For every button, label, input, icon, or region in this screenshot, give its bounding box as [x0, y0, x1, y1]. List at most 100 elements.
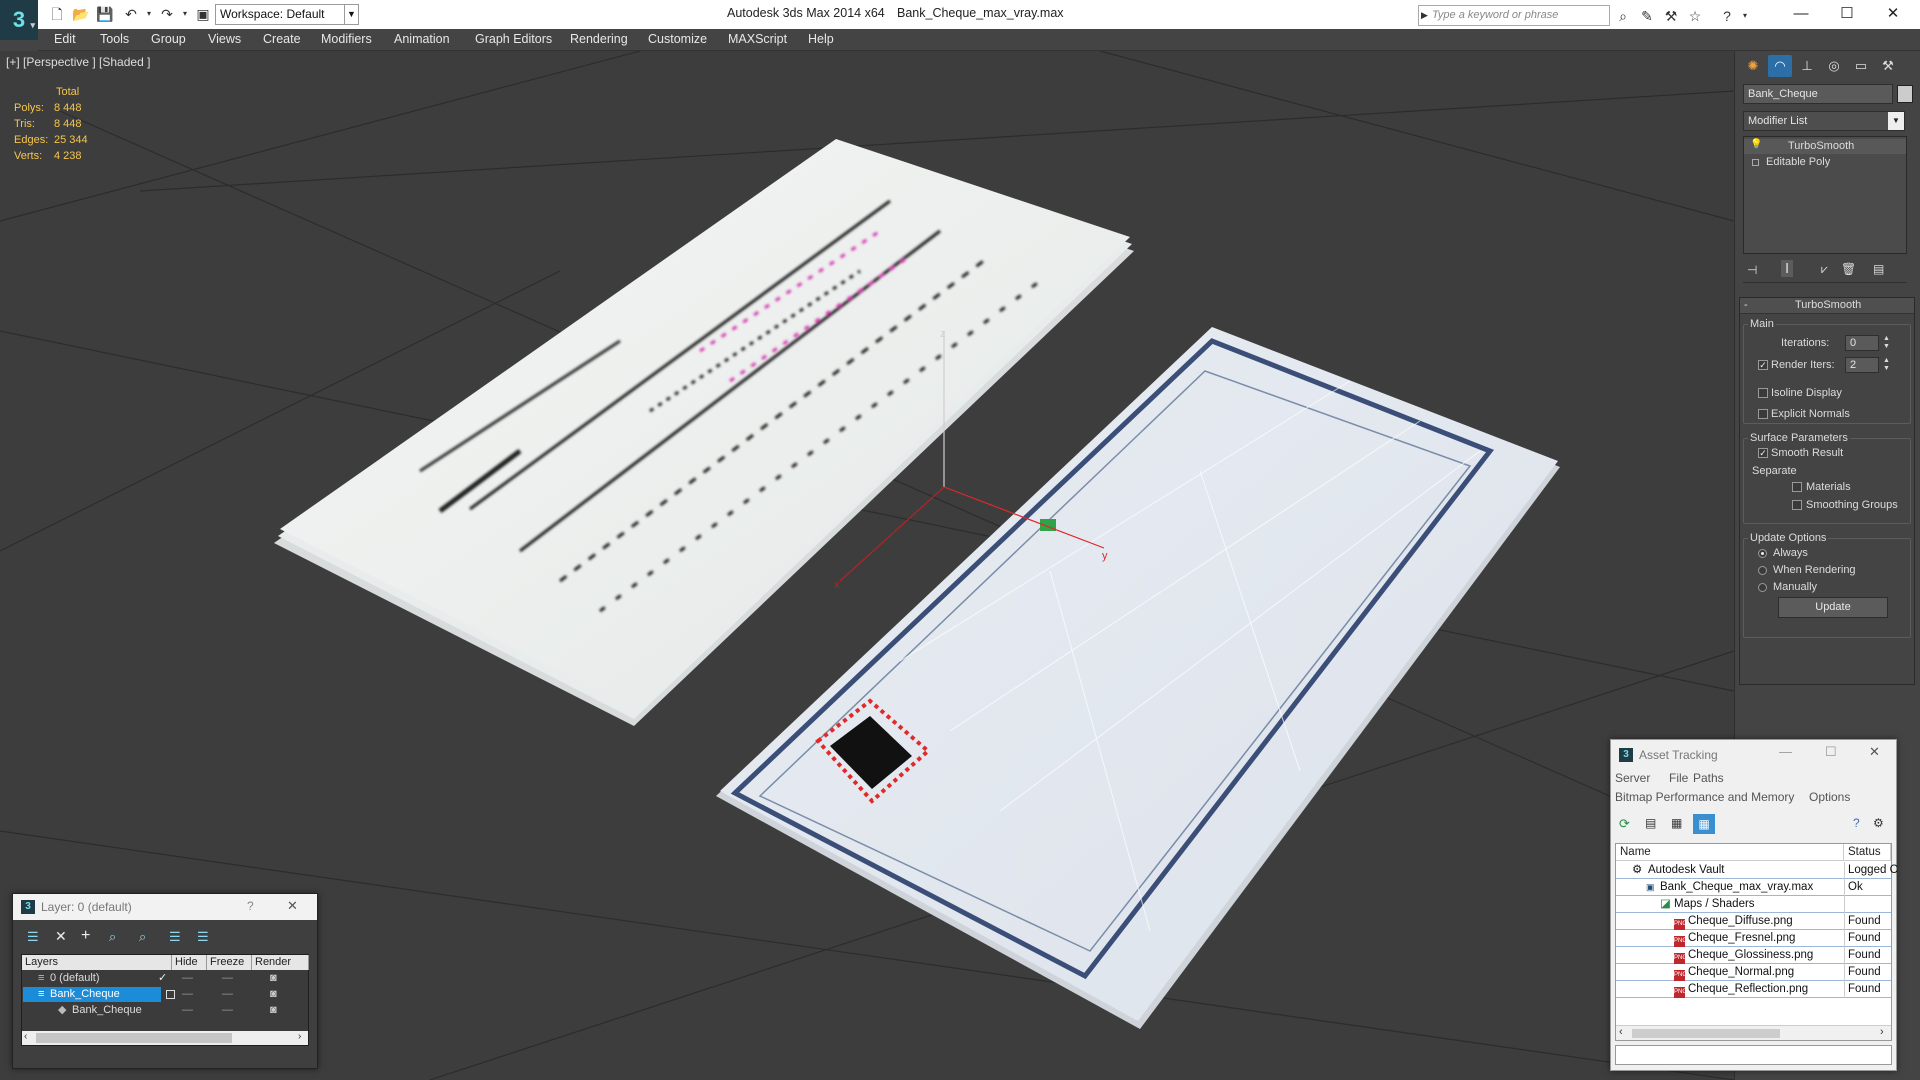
- when-rendering-radio[interactable]: [1758, 566, 1767, 575]
- scroll-left-icon[interactable]: ‹: [24, 1031, 27, 1042]
- project-folder-icon[interactable]: ▣: [194, 5, 212, 23]
- menu-rendering[interactable]: Rendering: [570, 32, 628, 46]
- hide-toggle-icon[interactable]: —: [182, 987, 193, 1002]
- delete-layer-icon[interactable]: ✕: [55, 928, 67, 945]
- highlight-layer-icon[interactable]: ⌕: [139, 929, 146, 945]
- create-tab-icon[interactable]: ✺: [1741, 55, 1765, 77]
- close-button[interactable]: ✕: [1870, 2, 1916, 26]
- remove-modifier-icon[interactable]: 🗑: [1841, 262, 1856, 276]
- spinner-arrows-icon[interactable]: ▲ ▼: [1883, 335, 1890, 351]
- freeze-toggle-icon[interactable]: —: [222, 971, 233, 986]
- lightbulb-icon[interactable]: 💡: [1750, 139, 1762, 150]
- hide-all-icon[interactable]: ☰: [169, 929, 181, 945]
- redo-dropdown-icon[interactable]: ▾: [176, 5, 194, 23]
- minimize-button[interactable]: —: [1778, 2, 1824, 26]
- grid-view-icon[interactable]: ▦: [1693, 814, 1715, 834]
- table-row[interactable]: PNGCheque_Glossiness.png Found: [1616, 947, 1891, 964]
- minimize-button[interactable]: —: [1779, 744, 1792, 759]
- menu-paths[interactable]: Paths: [1693, 771, 1724, 785]
- menu-maxscript[interactable]: MAXScript: [728, 32, 787, 46]
- table-row[interactable]: PNGCheque_Normal.png Found: [1616, 964, 1891, 981]
- render-iters-spinner[interactable]: 2: [1845, 357, 1879, 373]
- pin-stack-icon[interactable]: ⊣: [1747, 263, 1757, 277]
- render-toggle-icon[interactable]: ◙: [270, 987, 277, 1002]
- help-icon[interactable]: ?: [1718, 7, 1736, 25]
- communication-center-icon[interactable]: ✎: [1638, 7, 1656, 25]
- table-row[interactable]: ◪ Maps / Shaders: [1616, 896, 1891, 913]
- column-header-freeze[interactable]: Freeze: [207, 955, 252, 970]
- maximize-button[interactable]: ☐: [1824, 2, 1870, 26]
- menu-graph-editors[interactable]: Graph Editors: [475, 32, 552, 46]
- show-end-result-icon[interactable]: Ⅰ: [1781, 260, 1794, 277]
- materials-checkbox[interactable]: [1792, 482, 1802, 492]
- add-to-layer-icon[interactable]: +: [81, 927, 90, 945]
- isoline-display-checkbox[interactable]: [1758, 388, 1768, 398]
- column-header-name[interactable]: Name: [1616, 844, 1844, 861]
- object-color-swatch[interactable]: [1897, 85, 1913, 103]
- hierarchy-tab-icon[interactable]: ⊥: [1795, 55, 1819, 77]
- menu-views[interactable]: Views: [208, 32, 241, 46]
- menu-server[interactable]: Server: [1615, 771, 1650, 785]
- list-view-icon[interactable]: ▤: [1645, 816, 1656, 830]
- table-view-icon[interactable]: ▦: [1671, 816, 1682, 830]
- scrollbar-thumb[interactable]: [36, 1033, 232, 1043]
- hide-toggle-icon[interactable]: —: [182, 1003, 193, 1018]
- select-objects-icon[interactable]: ⌕: [109, 929, 116, 945]
- always-radio[interactable]: [1758, 549, 1767, 558]
- update-button[interactable]: Update: [1778, 597, 1888, 618]
- create-layer-icon[interactable]: ☰: [27, 929, 39, 945]
- smooth-result-checkbox[interactable]: ✓: [1758, 448, 1768, 458]
- menu-modifiers[interactable]: Modifiers: [321, 32, 372, 46]
- table-row[interactable]: ◆ Bank_Cheque — — ◙: [22, 1003, 308, 1018]
- undo-icon[interactable]: ↶: [122, 5, 140, 23]
- new-file-icon[interactable]: 🗋: [48, 5, 66, 23]
- search-input[interactable]: ▶ Type a keyword or phrase: [1418, 5, 1610, 26]
- horizontal-scrollbar[interactable]: ‹ ›: [22, 1031, 308, 1045]
- undo-dropdown-icon[interactable]: ▾: [140, 5, 158, 23]
- scrollbar-thumb[interactable]: [1632, 1029, 1780, 1038]
- redo-icon[interactable]: ↷: [158, 5, 176, 23]
- menu-group[interactable]: Group: [151, 32, 186, 46]
- menu-bitmap-performance[interactable]: Bitmap Performance and Memory: [1615, 790, 1794, 804]
- menu-tools[interactable]: Tools: [100, 32, 129, 46]
- menu-file[interactable]: File: [1669, 771, 1688, 785]
- rollout-header[interactable]: - TurboSmooth: [1740, 298, 1914, 314]
- smoothing-groups-checkbox[interactable]: [1792, 500, 1802, 510]
- modifier-list-dropdown[interactable]: Modifier List ▼: [1743, 111, 1905, 131]
- search-expand-icon[interactable]: ▶: [1421, 6, 1428, 25]
- display-tab-icon[interactable]: ▭: [1849, 55, 1873, 77]
- viewport-label-menu[interactable]: [+] [Perspective ] [Shaded ]: [6, 55, 150, 69]
- column-header-hide[interactable]: Hide: [172, 955, 207, 970]
- set-current-box-icon[interactable]: [166, 990, 175, 999]
- column-header-render[interactable]: Render: [252, 955, 309, 970]
- scroll-right-icon[interactable]: ›: [298, 1031, 301, 1042]
- close-button[interactable]: ✕: [1869, 744, 1880, 760]
- spinner-arrows-icon[interactable]: ▲ ▼: [1883, 357, 1890, 373]
- explicit-normals-checkbox[interactable]: [1758, 409, 1768, 419]
- menu-edit[interactable]: Edit: [54, 32, 76, 46]
- table-row[interactable]: PNGCheque_Reflection.png Found: [1616, 981, 1891, 998]
- manually-radio[interactable]: [1758, 583, 1767, 592]
- horizontal-scrollbar[interactable]: ‹ ›: [1616, 1025, 1891, 1040]
- stack-item-editable-poly[interactable]: Editable Poly: [1744, 155, 1906, 170]
- subscription-icon[interactable]: ⚒: [1662, 7, 1680, 25]
- menu-help[interactable]: Help: [808, 32, 834, 46]
- object-name-field[interactable]: Bank_Cheque: [1743, 84, 1893, 104]
- refresh-icon[interactable]: ⟳: [1619, 816, 1630, 832]
- motion-tab-icon[interactable]: ◎: [1822, 55, 1846, 77]
- render-iters-checkbox[interactable]: ✓: [1758, 360, 1768, 370]
- table-row[interactable]: PNGCheque_Fresnel.png Found: [1616, 930, 1891, 947]
- active-layer-check-icon[interactable]: ✓: [158, 971, 167, 986]
- hide-toggle-icon[interactable]: —: [182, 971, 193, 986]
- menu-options[interactable]: Options: [1809, 790, 1850, 804]
- table-row[interactable]: ⚙ Autodesk Vault Logged C: [1616, 862, 1898, 879]
- menu-create[interactable]: Create: [263, 32, 301, 46]
- table-row[interactable]: ≡ Bank_Cheque — — ◙: [22, 987, 308, 1002]
- asset-path-field[interactable]: [1615, 1045, 1892, 1065]
- table-row[interactable]: ≡ 0 (default) ✓ — — ◙: [22, 971, 308, 986]
- help-icon[interactable]: ?: [1853, 816, 1860, 830]
- layer-dialog-titlebar[interactable]: 3 Layer: 0 (default) ? ✕: [13, 894, 317, 920]
- scroll-right-icon[interactable]: ›: [1880, 1026, 1884, 1038]
- stack-item-turbosmooth[interactable]: 💡 TurboSmooth: [1744, 139, 1906, 154]
- configure-sets-icon[interactable]: ▤: [1873, 262, 1884, 276]
